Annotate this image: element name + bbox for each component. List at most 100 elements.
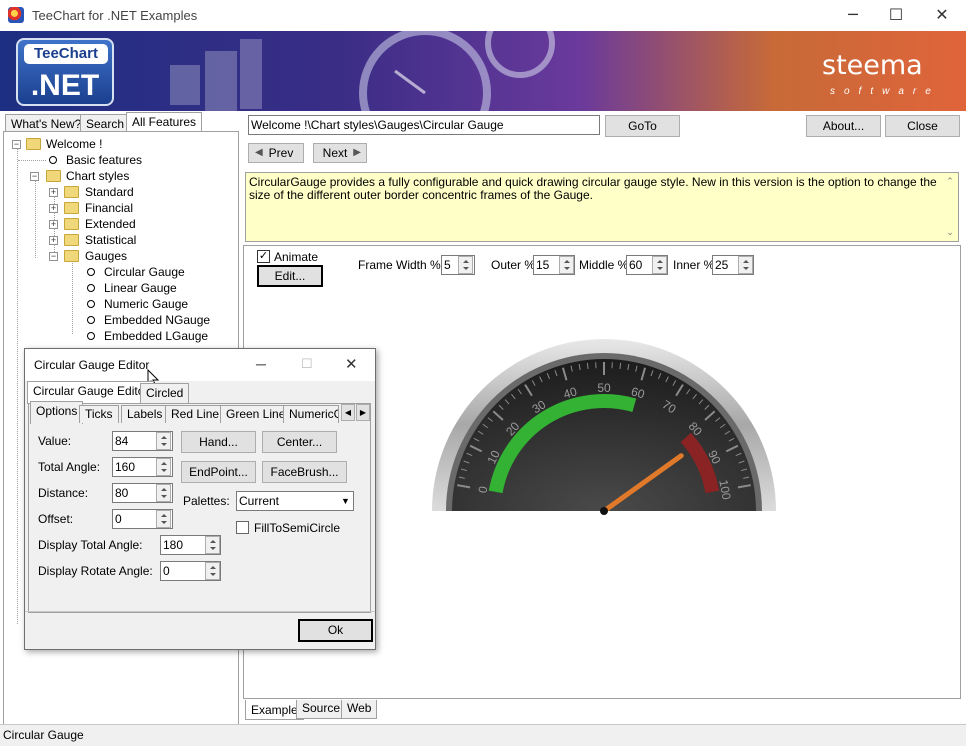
- gauge-center: [600, 507, 608, 515]
- tab-scroll-left-icon[interactable]: ◀: [341, 404, 355, 421]
- tree-item-statistical[interactable]: Statistical: [85, 232, 136, 248]
- app-icon: [8, 7, 24, 23]
- dialog-title: Circular Gauge Editor: [34, 358, 150, 372]
- folder-icon: [64, 234, 79, 246]
- outer-spinner[interactable]: [559, 256, 574, 274]
- maximize-button[interactable]: ☐: [873, 0, 919, 31]
- distance-label: Distance:: [38, 486, 89, 500]
- tab-source[interactable]: Source: [296, 700, 347, 719]
- minimize-button[interactable]: ─: [830, 0, 876, 31]
- tree-item-embedded-lgauge[interactable]: Embedded LGauge: [104, 328, 208, 344]
- tree-item-numeric-gauge[interactable]: Numeric Gauge: [104, 296, 188, 312]
- tree-item-circular-gauge[interactable]: Circular Gauge: [104, 264, 185, 280]
- folder-icon: [64, 186, 79, 198]
- tree-item-financial[interactable]: Financial: [85, 200, 133, 216]
- scroll-up-icon: ⌃: [946, 176, 954, 186]
- tab-scroll-right-icon[interactable]: ▶: [356, 404, 370, 421]
- ok-button[interactable]: Ok: [298, 619, 373, 642]
- subtab-green-line[interactable]: Green Line: [220, 405, 292, 423]
- about-button[interactable]: About...: [806, 115, 881, 137]
- expand-toggle[interactable]: −: [30, 172, 39, 181]
- folder-icon: [64, 218, 79, 230]
- tree-item-embedded-ngauge[interactable]: Embedded NGauge: [104, 312, 210, 328]
- status-bar: Circular Gauge: [0, 724, 966, 746]
- chevron-down-icon[interactable]: ▼: [338, 492, 353, 510]
- path-input[interactable]: Welcome !\Chart styles\Gauges\Circular G…: [248, 115, 600, 135]
- dialog-maximize-button[interactable]: ☐: [301, 356, 313, 372]
- distance-spinner[interactable]: [156, 484, 171, 502]
- total-angle-spinner[interactable]: [156, 458, 171, 476]
- arrow-left-icon: ◀: [255, 147, 263, 158]
- leaf-node-icon: [87, 332, 95, 340]
- close-button[interactable]: Close: [885, 115, 960, 137]
- next-button[interactable]: Next ▶: [313, 143, 367, 163]
- offset-spinner[interactable]: [156, 510, 171, 528]
- dialog-close-button[interactable]: ✕: [345, 355, 358, 373]
- edit-button[interactable]: Edit...: [257, 265, 323, 287]
- hand-button[interactable]: Hand...: [181, 431, 256, 453]
- tree-item-extended[interactable]: Extended: [85, 216, 136, 232]
- prev-button[interactable]: ◀ Prev: [248, 143, 304, 163]
- circular-gauge: 010203040 50 60708090100: [432, 339, 776, 515]
- tree-item-welcome[interactable]: Welcome !: [46, 136, 102, 152]
- tree-item-linear-gauge[interactable]: Linear Gauge: [104, 280, 177, 296]
- subtab-options[interactable]: Options: [30, 401, 84, 424]
- expand-toggle[interactable]: +: [49, 220, 58, 229]
- value-spinner[interactable]: [156, 432, 171, 450]
- middle-spinner[interactable]: [652, 256, 667, 274]
- tab-example[interactable]: Example: [245, 700, 304, 720]
- palettes-label: Palettes:: [183, 494, 230, 508]
- folder-open-icon: [64, 250, 79, 262]
- center-button[interactable]: Center...: [262, 431, 337, 453]
- leaf-node-icon: [87, 316, 95, 324]
- offset-label: Offset:: [38, 512, 74, 526]
- arrow-right-icon: ▶: [353, 147, 361, 158]
- expand-toggle[interactable]: −: [12, 140, 21, 149]
- dialog-title-bar: Circular Gauge Editor ─ ☐ ✕: [25, 349, 375, 381]
- dialog-separator: [25, 611, 375, 612]
- display-total-angle-spinner[interactable]: [205, 536, 220, 554]
- display-rotate-angle-spinner[interactable]: [205, 562, 220, 580]
- tree-item-standard[interactable]: Standard: [85, 184, 134, 200]
- tab-web[interactable]: Web: [341, 700, 378, 719]
- expand-toggle[interactable]: −: [49, 252, 58, 261]
- tree-item-chart-styles[interactable]: Chart styles: [66, 168, 129, 184]
- tab-circled[interactable]: Circled: [140, 383, 190, 404]
- description-scrollbar[interactable]: ⌃ ⌄: [944, 176, 956, 238]
- close-window-button[interactable]: ✕: [919, 0, 965, 31]
- steema-subtitle: software: [830, 86, 940, 97]
- fill-semicircle-label: FillToSemiCircle: [254, 521, 341, 535]
- subtab-red-line[interactable]: Red Line: [165, 405, 226, 423]
- next-label: Next: [322, 146, 348, 160]
- tree-item-gauges[interactable]: Gauges: [85, 248, 127, 264]
- logo-text-top: TeeChart: [24, 44, 108, 64]
- leaf-node-icon: [87, 268, 95, 276]
- animate-checkbox[interactable]: ✓: [257, 250, 270, 263]
- subtab-labels[interactable]: Labels: [121, 405, 169, 423]
- expand-toggle[interactable]: +: [49, 188, 58, 197]
- leaf-node-icon: [49, 156, 57, 164]
- fill-semicircle-checkbox[interactable]: [236, 521, 249, 534]
- status-text: Circular Gauge: [3, 728, 84, 742]
- folder-open-icon: [26, 138, 41, 150]
- gauge-tick: [619, 362, 622, 369]
- width-spinner[interactable]: [458, 256, 473, 274]
- window-title: TeeChart for .NET Examples: [32, 8, 198, 23]
- circular-gauge-editor-dialog: Circular Gauge Editor ─ ☐ ✕ Circular Gau…: [24, 348, 376, 650]
- subtab-numeric-gauge[interactable]: NumericGa: [283, 405, 339, 423]
- goto-button[interactable]: GoTo: [605, 115, 680, 137]
- facebrush-button[interactable]: FaceBrush...: [262, 461, 347, 483]
- tree-item-basic-features[interactable]: Basic features: [66, 152, 142, 168]
- subtab-ticks[interactable]: Ticks: [79, 405, 119, 423]
- leaf-node-icon: [87, 300, 95, 308]
- folder-open-icon: [46, 170, 61, 182]
- inner-spinner[interactable]: [738, 256, 753, 274]
- prev-label: Prev: [268, 146, 294, 160]
- expand-toggle[interactable]: +: [49, 236, 58, 245]
- endpoint-button[interactable]: EndPoint...: [181, 461, 256, 483]
- logo-text-bottom: .NET: [30, 69, 100, 102]
- expand-toggle[interactable]: +: [49, 204, 58, 213]
- dialog-minimize-button[interactable]: ─: [256, 356, 266, 372]
- palettes-select[interactable]: Current: [236, 491, 354, 511]
- value-label: Value:: [38, 434, 72, 448]
